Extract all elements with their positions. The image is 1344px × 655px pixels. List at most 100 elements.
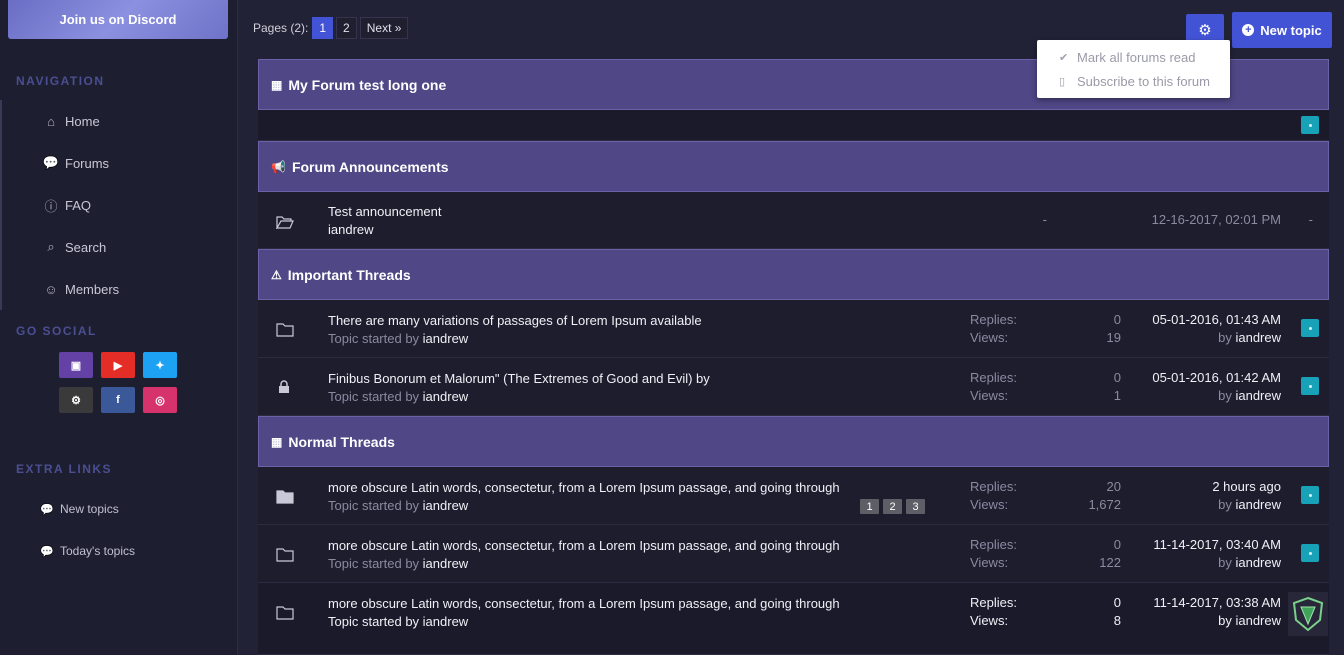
section-title: Important Threads	[287, 266, 411, 283]
last-post-date[interactable]: 11-14-2017, 03:40 AM	[1153, 537, 1281, 552]
bullhorn-icon: 📢	[271, 159, 286, 174]
announcement-title[interactable]: Test announcement	[328, 204, 441, 219]
nav-item-search[interactable]: ⌕ Search	[42, 237, 106, 257]
last-poster-link[interactable]: iandrew	[1235, 388, 1281, 403]
status-indicator[interactable]	[1301, 319, 1319, 337]
views-label: Views:	[970, 330, 1009, 345]
subforum-row	[258, 110, 1329, 141]
section-title: My Forum test long one	[288, 76, 447, 93]
thread-title[interactable]: Finibus Bonorum et Malorum" (The Extreme…	[328, 371, 710, 386]
last-post-date[interactable]: 11-14-2017, 03:38 AM	[1153, 595, 1281, 610]
youtube-icon[interactable]: ▶	[101, 352, 135, 378]
thread-row[interactable]: more obscure Latin words, consectetur, f…	[258, 525, 1329, 583]
views-label: Views:	[970, 613, 1009, 628]
twitch-icon[interactable]: ▣	[59, 352, 93, 378]
steam-icon[interactable]: ⚙	[59, 387, 93, 413]
page-1-link[interactable]: 1	[312, 17, 334, 39]
last-poster-link[interactable]: iandrew	[1235, 330, 1281, 345]
home-icon: ⌂	[47, 113, 55, 129]
subscribe-forum-option[interactable]: ▯ Subscribe to this forum	[1059, 72, 1210, 90]
thread-page-link[interactable]: 1	[860, 499, 879, 514]
announcement-author[interactable]: iandrew	[328, 222, 374, 237]
grid-icon: ▦	[271, 77, 283, 92]
nav-item-members[interactable]: ☺ Members	[42, 279, 119, 299]
thread-author-link[interactable]: iandrew	[423, 331, 469, 346]
thread-author-link[interactable]: iandrew	[423, 389, 469, 404]
navigation-heading: NAVIGATION	[16, 74, 105, 88]
new-topic-button[interactable]: + New topic	[1232, 12, 1332, 48]
status-indicator[interactable]	[1301, 116, 1319, 134]
thread-row[interactable]: more obscure Latin words, consectetur, f…	[258, 583, 1329, 655]
thread-starter: Topic started by iandrew	[328, 331, 469, 346]
new-topic-label: New topic	[1260, 22, 1322, 38]
thread-starter: Topic started by iandrew	[328, 498, 469, 513]
search-icon: ⌕	[47, 239, 55, 254]
folder-icon	[276, 323, 294, 337]
views-count: 1,672	[1088, 497, 1121, 512]
views-label: Views:	[970, 497, 1009, 512]
comments-icon: 💬	[42, 155, 60, 170]
status-indicator[interactable]	[1301, 544, 1319, 562]
gear-icon: ⚙	[1198, 22, 1212, 39]
option-label: Mark all forums read	[1077, 49, 1196, 65]
lock-icon	[279, 380, 289, 393]
pagination-label: Pages (2):	[253, 21, 309, 35]
pagination: Pages (2): 1 2 Next »	[253, 17, 411, 39]
last-poster-link[interactable]: iandrew	[1235, 555, 1281, 570]
comments-icon: 💬	[40, 503, 54, 516]
folder-icon	[276, 548, 294, 562]
warning-icon: ⚠	[271, 267, 282, 282]
replies-label: Replies:	[970, 537, 1017, 552]
thread-title[interactable]: more obscure Latin words, consectetur, f…	[328, 538, 840, 553]
announcement-row[interactable]: Test announcement iandrew - 12-16-2017, …	[258, 192, 1329, 249]
section-title: Forum Announcements	[291, 158, 449, 175]
thread-starter: Topic started by iandrew	[328, 556, 469, 571]
thread-title[interactable]: more obscure Latin words, consectetur, f…	[328, 596, 840, 611]
thread-row[interactable]: Finibus Bonorum et Malorum" (The Extreme…	[258, 358, 1329, 416]
next-page-link[interactable]: Next »	[359, 17, 409, 39]
twitter-icon[interactable]: ✦	[143, 352, 177, 378]
facebook-icon[interactable]: f	[101, 387, 135, 413]
nav-item-home[interactable]: ⌂ Home	[42, 111, 100, 131]
replies-count: 0	[1113, 595, 1121, 610]
thread-author-link[interactable]: iandrew	[423, 556, 469, 571]
option-label: Subscribe to this forum	[1077, 73, 1210, 89]
mark-all-read-option[interactable]: ✔ Mark all forums read	[1059, 48, 1195, 66]
status-indicator[interactable]	[1301, 486, 1319, 504]
nav-item-forums[interactable]: 💬 Forums	[42, 153, 109, 173]
question-circle-icon: ⓘ	[44, 198, 58, 214]
thread-starter: Topic started by iandrew	[328, 614, 469, 629]
page-2-link[interactable]: 2	[336, 17, 357, 39]
thread-title[interactable]: more obscure Latin words, consectetur, f…	[328, 480, 840, 495]
last-poster-link[interactable]: iandrew	[1235, 497, 1281, 512]
check-icon: ✔	[1059, 51, 1069, 64]
thread-page-link[interactable]: 2	[883, 499, 902, 514]
thread-row[interactable]: more obscure Latin words, consectetur, f…	[258, 467, 1329, 525]
last-post-date[interactable]: 05-01-2016, 01:43 AM	[1152, 312, 1281, 327]
nav-item-faq[interactable]: ⓘ FAQ	[42, 195, 91, 215]
status-indicator[interactable]	[1301, 377, 1319, 395]
extra-item-todays-topics[interactable]: 💬 Today's topics	[40, 541, 135, 561]
last-poster-link[interactable]: iandrew	[1235, 613, 1281, 628]
section-title: Normal Threads	[288, 433, 395, 450]
thread-page-link[interactable]: 3	[906, 499, 925, 514]
announcement-date: 12-16-2017, 02:01 PM	[1151, 212, 1281, 227]
thread-author-link[interactable]: iandrew	[423, 498, 469, 513]
navigation-list: ⌂ Home 💬 Forums ⓘ FAQ ⌕ Search ☺ Members	[0, 100, 238, 310]
site-logo-icon[interactable]	[1288, 592, 1328, 636]
thread-title[interactable]: There are many variations of passages of…	[328, 313, 702, 328]
forum-options-dropdown: ✔ Mark all forums read ▯ Subscribe to th…	[1037, 40, 1230, 98]
thread-row[interactable]: There are many variations of passages of…	[258, 300, 1329, 358]
join-discord-button[interactable]: Join us on Discord	[8, 0, 228, 39]
section-announcements: 📢 Forum Announcements	[258, 141, 1329, 192]
instagram-icon[interactable]: ◎	[143, 387, 177, 413]
extra-item-new-topics[interactable]: 💬 New topics	[40, 499, 119, 519]
nav-item-label: Forums	[65, 155, 110, 171]
thread-author-link[interactable]: iandrew	[423, 614, 469, 629]
bookmark-icon: ▯	[1059, 75, 1066, 88]
last-post-date[interactable]: 2 hours ago	[1212, 479, 1281, 494]
folder-icon	[276, 490, 294, 504]
replies-label: Replies:	[970, 479, 1017, 494]
last-post-by: by iandrew	[1218, 330, 1281, 345]
last-post-date[interactable]: 05-01-2016, 01:42 AM	[1152, 370, 1281, 385]
